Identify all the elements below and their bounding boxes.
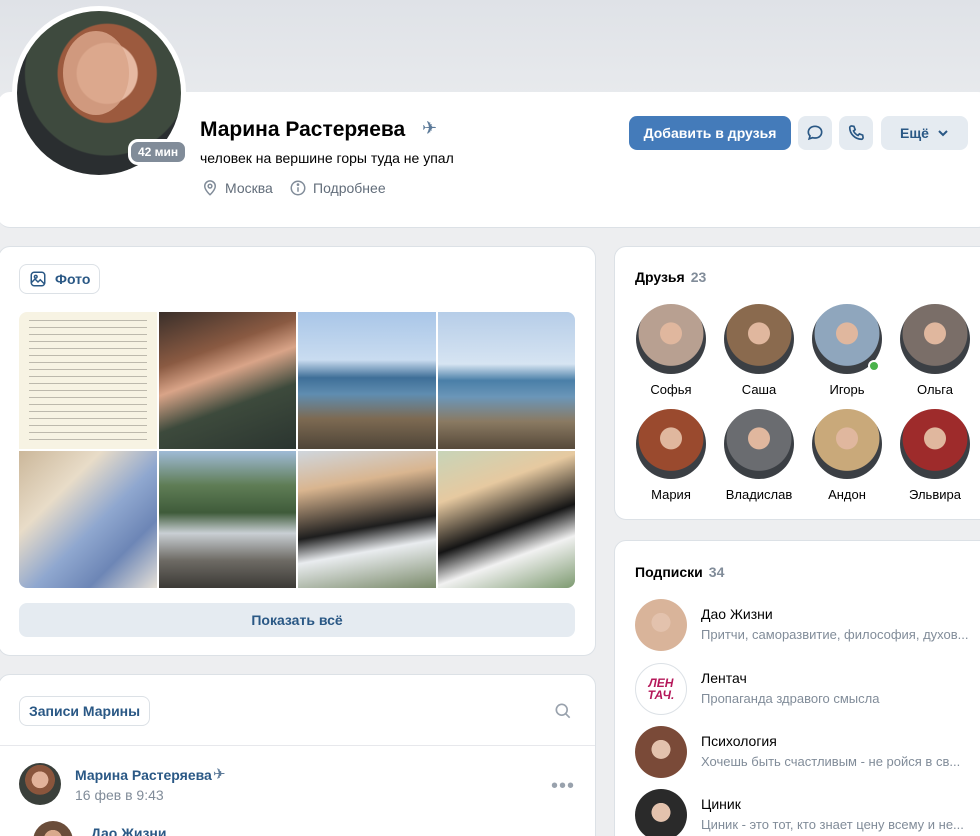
- friend-name: Андон: [828, 487, 866, 502]
- wall-section: Записи Марины Марина Растеряева ✈ 16 фев…: [0, 674, 596, 836]
- friend-item[interactable]: Ольга: [891, 304, 979, 397]
- divider: [0, 745, 595, 746]
- wall-tab[interactable]: Записи Марины: [19, 696, 151, 726]
- photos-tab[interactable]: Фото: [19, 264, 101, 294]
- airplane-icon: ✈: [422, 118, 438, 138]
- friend-item[interactable]: Софья: [627, 304, 715, 397]
- photo-thumbnail[interactable]: [19, 312, 157, 449]
- photo-thumbnail[interactable]: [158, 451, 296, 588]
- subscriptions-section: Подписки 34 Дао Жизни Притчи, саморазвитие…: [614, 540, 980, 836]
- subscription-avatar: [635, 789, 687, 836]
- show-all-photos-button[interactable]: Показать всё: [19, 603, 575, 637]
- details-label: Подробнее: [313, 180, 386, 196]
- friend-name: Софья: [650, 382, 692, 397]
- friend-name: Игорь: [829, 382, 865, 397]
- friend-item[interactable]: Андон: [803, 409, 891, 502]
- subscription-avatar: [635, 726, 687, 778]
- friend-avatar: [812, 304, 882, 374]
- city-label: Москва: [225, 180, 273, 196]
- more-button[interactable]: Ещё: [881, 116, 968, 150]
- subscription-name: Лентач: [701, 670, 747, 686]
- photo-grid: [19, 312, 575, 588]
- more-options-icon[interactable]: •••: [551, 775, 575, 798]
- subscription-description: Притчи, саморазвитие, философия, духов..…: [701, 627, 969, 642]
- subscription-name: Циник: [701, 796, 741, 812]
- subscription-item[interactable]: Дао Жизни Притчи, саморазвитие, философия…: [635, 599, 980, 653]
- friends-section: Друзья 23 Софья Саша Игорь Ольга Мария Владисл…: [614, 246, 980, 520]
- photo-thumbnail[interactable]: [19, 451, 157, 588]
- subscription-description: Пропаганда здравого смысла: [701, 691, 880, 706]
- location-icon: [203, 180, 217, 196]
- photo-thumbnail[interactable]: [298, 451, 436, 588]
- friend-name: Ольга: [916, 382, 953, 397]
- photo-thumbnail[interactable]: [437, 451, 575, 588]
- friends-count: 23: [690, 269, 707, 285]
- more-label: Ещё: [900, 125, 929, 141]
- friend-item[interactable]: Владислав: [715, 409, 803, 502]
- friend-name: Владислав: [725, 487, 793, 502]
- repost-source-name[interactable]: Дао Жизни: [91, 825, 166, 836]
- friends-title-label: Друзья: [635, 269, 685, 285]
- profile-details-link[interactable]: Подробнее: [289, 179, 386, 197]
- friend-item[interactable]: Мария: [627, 409, 715, 502]
- friend-avatar: [900, 409, 970, 479]
- subscription-avatar: [635, 599, 687, 651]
- last-seen-badge: 42 мин: [128, 139, 189, 165]
- photos-tab-label: Фото: [55, 271, 91, 287]
- wall-tab-label: Записи Марины: [29, 703, 141, 719]
- friend-avatar: [900, 304, 970, 374]
- friend-avatar: [636, 304, 706, 374]
- photo-thumbnail[interactable]: [298, 312, 436, 449]
- profile-city[interactable]: Москва: [201, 179, 273, 197]
- online-indicator: [868, 360, 880, 372]
- friend-avatar: [636, 409, 706, 479]
- post-date[interactable]: 16 фев в 9:43: [75, 787, 164, 803]
- friend-avatar: [724, 304, 794, 374]
- post-author-name[interactable]: Марина Растеряева: [75, 767, 212, 783]
- repost-source-avatar[interactable]: [33, 821, 73, 836]
- friend-avatar: [724, 409, 794, 479]
- photo-thumbnail[interactable]: [437, 312, 575, 449]
- profile-status: человек на вершине горы туда не упал: [200, 150, 454, 166]
- subscription-item[interactable]: Циник Циник - это тот, кто знает цену все…: [635, 789, 980, 836]
- subscriptions-title[interactable]: Подписки 34: [635, 564, 724, 580]
- friend-item[interactable]: Игорь: [803, 304, 891, 397]
- subscription-item[interactable]: ЛЕН ТАЧ. Лентач Пропаганда здравого смысла: [635, 663, 980, 717]
- friend-name: Саша: [741, 382, 777, 397]
- subscription-item[interactable]: Психология Хочешь быть счастливым - не ро…: [635, 726, 980, 780]
- post-author-avatar[interactable]: [19, 763, 61, 805]
- subscriptions-title-label: Подписки: [635, 564, 703, 580]
- search-icon[interactable]: [553, 701, 573, 721]
- friend-name: Эльвира: [909, 487, 961, 502]
- subscription-name: Психология: [701, 733, 777, 749]
- photos-section: Фото Показать всё: [0, 246, 596, 656]
- subscription-avatar: ЛЕН ТАЧ.: [635, 663, 687, 715]
- friends-title[interactable]: Друзья 23: [635, 269, 706, 285]
- friend-avatar: [812, 409, 882, 479]
- friend-item[interactable]: Саша: [715, 304, 803, 397]
- info-icon: [290, 180, 306, 196]
- friend-name: Мария: [651, 487, 691, 502]
- message-icon: [807, 125, 823, 141]
- profile-name: Марина Растеряева: [200, 118, 406, 141]
- call-button[interactable]: [839, 116, 873, 150]
- subscription-description: Циник - это тот, кто знает цену всему и …: [701, 817, 964, 832]
- chevron-down-icon: [938, 130, 948, 137]
- photo-icon: [30, 271, 46, 287]
- airplane-icon: ✈: [213, 766, 226, 783]
- subscriptions-count: 34: [708, 564, 725, 580]
- friend-item[interactable]: Эльвира: [891, 409, 979, 502]
- subscription-description: Хочешь быть счастливым - не ройся в св..…: [701, 754, 961, 769]
- phone-icon: [848, 125, 864, 141]
- subscription-name: Дао Жизни: [701, 606, 773, 622]
- message-button[interactable]: [798, 116, 832, 150]
- add-friend-button[interactable]: Добавить в друзья: [629, 116, 791, 150]
- photo-thumbnail[interactable]: [158, 312, 296, 449]
